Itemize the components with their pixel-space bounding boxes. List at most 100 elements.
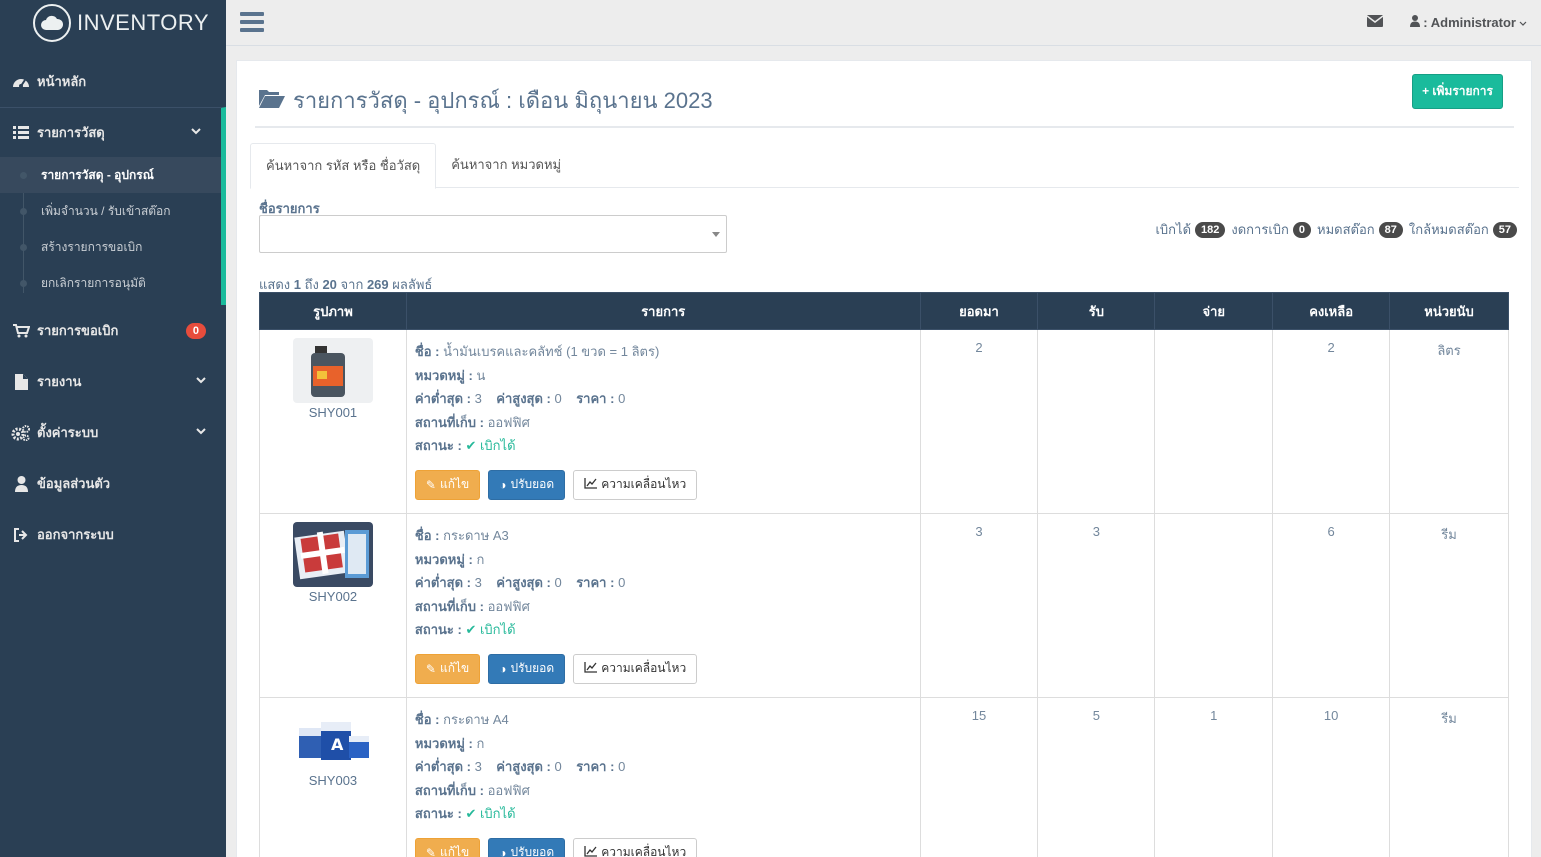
item-details-cell: ชื่อ : กระดาษ A3 หมวดหมู่ : ก ค่าต่ำสุด …: [405, 513, 921, 698]
stat-out-of-stock-badge: 87: [1378, 221, 1403, 238]
brought-forward-cell: 2: [919, 329, 1039, 514]
submenu-materials: รายการวัสดุ - อุปกรณ์ เพิ่มจำนวน / รับเข…: [0, 157, 226, 305]
chevron-down-icon: [191, 127, 201, 138]
movement-button[interactable]: ความเคลื่อนไหว: [573, 653, 698, 684]
caret-down-icon: [712, 232, 720, 237]
sidebar-item-label: ตั้งค่าระบบ: [37, 425, 99, 440]
pencil-icon: ✎: [425, 477, 436, 492]
submenu-item-material-list[interactable]: รายการวัสดุ - อุปกรณ์: [0, 157, 221, 193]
image-cell: SHY001: [259, 329, 407, 514]
brought-forward-cell: 15: [919, 697, 1039, 857]
edit-button[interactable]: ✎ แก้ไข: [414, 837, 481, 857]
item-location-line: สถานที่เก็บ : ออฟฟิศ: [415, 595, 912, 619]
submenu-item-cancel-approval[interactable]: ยกเลิกรายการอนุมัติ: [0, 265, 221, 301]
paid-cell: [1154, 513, 1274, 698]
field-label: หมวดหมู่ :: [414, 551, 473, 567]
edit-button[interactable]: ✎ แก้ไข: [414, 469, 481, 500]
edit-button[interactable]: ✎ แก้ไข: [414, 653, 481, 684]
item-status-line: สถานะ : ✔ เบิกได้: [415, 434, 912, 458]
stat-label: ใกล้หมดสต๊อก: [1408, 222, 1489, 237]
item-limits-line: ค่าต่ำสุด : 3 ค่าสูงสุด : 0 ราคา : 0: [415, 755, 912, 779]
product-thumbnail[interactable]: [292, 522, 373, 587]
adjust-button[interactable]: ◑ ปรับยอด: [488, 469, 566, 500]
svg-text:A: A: [331, 735, 344, 754]
menu-toggle-icon[interactable]: [240, 12, 264, 32]
sidebar-item-materials[interactable]: รายการวัสดุ: [0, 107, 226, 157]
movement-button[interactable]: ความเคลื่อนไหว: [573, 469, 698, 500]
sidebar-item-settings[interactable]: ตั้งค่าระบบ: [0, 407, 226, 458]
submenu-item-add-stock[interactable]: เพิ่มจำนวน / รับเข้าสต๊อก: [0, 193, 221, 229]
item-location: ออฟฟิศ: [487, 782, 530, 798]
sidebar-item-reports[interactable]: รายงาน: [0, 356, 226, 407]
tab-search-by-code[interactable]: ค้นหาจาก รหัส หรือ ชื่อวัสดุ: [250, 143, 437, 189]
item-category: ก: [476, 735, 485, 751]
list-icon: [11, 126, 31, 139]
user-icon: [1410, 15, 1421, 30]
sidebar-item-requests[interactable]: รายการขอเบิก 0: [0, 305, 226, 356]
stock-stats: เบิกได้ 182 งดการเบิก 0 หมดสต๊อก 87 ใกล้…: [1155, 219, 1519, 240]
item-location: ออฟฟิศ: [487, 414, 530, 430]
summary-total: 269: [366, 277, 389, 292]
product-thumbnail[interactable]: [292, 338, 373, 403]
materials-table-wrap: รูปภาพ รายการ ยอดมา รับ จ่าย คงเหลือ หน่…: [259, 292, 1509, 857]
field-label: สถานะ :: [414, 806, 462, 821]
table-row: SHY002 ชื่อ : กระดาษ A3 หมวดหมู่ : ก ค่า…: [259, 513, 1509, 698]
summary-text: แสดง: [259, 277, 291, 292]
item-status-line: สถานะ : ✔ เบิกได้: [415, 802, 912, 826]
adjust-button-label: ปรับยอด: [510, 477, 555, 491]
movement-button[interactable]: ความเคลื่อนไหว: [573, 837, 698, 857]
tab-search-by-category[interactable]: ค้นหาจาก หมวดหมู่: [436, 143, 576, 187]
item-status: เบิกได้: [479, 438, 516, 453]
movement-button-label: ความเคลื่อนไหว: [601, 661, 687, 675]
summary-text: ผลลัพธ์: [392, 277, 433, 292]
line-chart-icon: [584, 661, 598, 676]
image-cell: A SHY003: [259, 697, 407, 857]
user-icon: [11, 475, 31, 492]
sidebar-item-profile[interactable]: ข้อมูลส่วนตัว: [0, 458, 226, 509]
field-label: ชื่อ :: [414, 712, 440, 727]
edit-button-label: แก้ไข: [439, 477, 470, 491]
product-thumbnail[interactable]: A: [292, 706, 373, 771]
item-min: 3: [474, 759, 482, 774]
adjust-button[interactable]: ◑ ปรับยอด: [488, 837, 566, 857]
col-header-paid: จ่าย: [1154, 292, 1274, 330]
sidebar-item-label: ออกจากระบบ: [37, 527, 114, 542]
page-title-text: รายการวัสดุ - อุปกรณ์ : เดือน มิถุนายน 2…: [293, 88, 713, 113]
adjust-icon: ◑: [499, 661, 507, 676]
field-label: สถานะ :: [414, 438, 462, 453]
item-location-line: สถานที่เก็บ : ออฟฟิศ: [415, 779, 912, 803]
sidebar-item-home[interactable]: หน้าหลัก: [0, 56, 226, 107]
field-label: ค่าต่ำสุด :: [414, 575, 471, 590]
cart-icon: [11, 323, 31, 338]
materials-table: รูปภาพ รายการ ยอดมา รับ จ่าย คงเหลือ หน่…: [259, 292, 1509, 857]
submenu-item-create-request[interactable]: สร้างรายการขอเบิก: [0, 229, 221, 265]
page-title: รายการวัสดุ - อุปกรณ์ : เดือน มิถุนายน 2…: [259, 83, 713, 118]
cogs-icon: [11, 424, 31, 441]
item-name-select[interactable]: [259, 215, 727, 253]
col-header-unit: หน่วยนับ: [1389, 292, 1509, 330]
item-status: เบิกได้: [479, 622, 516, 637]
brand[interactable]: INVENTORY: [0, 0, 226, 46]
row-actions: ✎ แก้ไข ◑ ปรับยอด ความเคลื่อนไหว: [414, 469, 912, 500]
edit-button-label: แก้ไข: [439, 661, 470, 675]
stat-label: งดการเบิก: [1231, 222, 1289, 237]
add-item-button[interactable]: + เพิ่มรายการ: [1412, 74, 1503, 109]
summary-to: 20: [322, 277, 337, 292]
adjust-button[interactable]: ◑ ปรับยอด: [488, 653, 566, 684]
item-category: ก: [476, 551, 485, 567]
item-name: น้ำมันเบรคและคลัทช์ (1 ขวด = 1 ลิตร): [443, 344, 660, 359]
paid-cell: [1154, 329, 1274, 514]
sidebar-item-logout[interactable]: ออกจากระบบ: [0, 509, 226, 560]
add-item-button-label: เพิ่มรายการ: [1432, 84, 1493, 98]
summary-from: 1: [293, 277, 301, 292]
sidebar: INVENTORY หน้าหลัก รายการวัสดุ รายการวัส…: [0, 0, 226, 857]
field-label: สถานที่เก็บ :: [414, 414, 484, 430]
user-menu[interactable]: : Administrator: [1410, 15, 1527, 30]
field-label: หมวดหมู่ :: [414, 735, 473, 751]
table-row: SHY001 ชื่อ : น้ำมันเบรคและคลัทช์ (1 ขวด…: [259, 329, 1509, 514]
envelope-icon[interactable]: [1366, 15, 1384, 30]
item-category-line: หมวดหมู่ : ก: [415, 732, 912, 756]
item-min: 3: [474, 575, 482, 590]
item-max: 0: [554, 759, 562, 774]
row-actions: ✎ แก้ไข ◑ ปรับยอด ความเคลื่อนไหว: [414, 653, 912, 684]
